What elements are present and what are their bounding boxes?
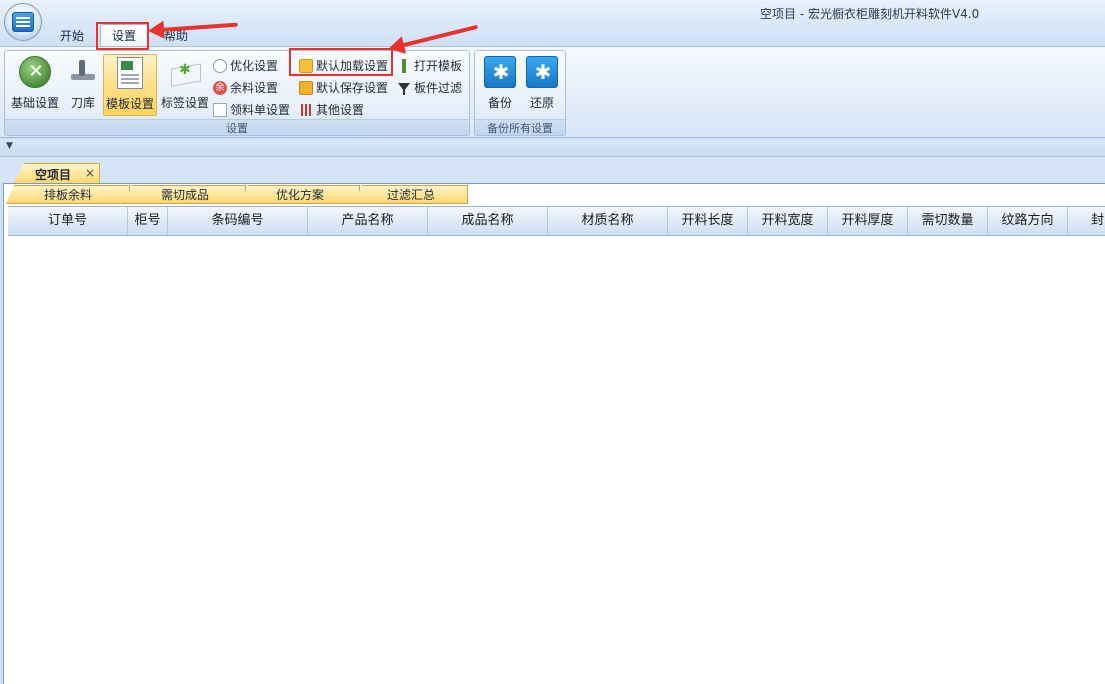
panel-filter-button[interactable]: 板件过滤 xyxy=(397,78,462,98)
content-area: 排板余料 需切成品 优化方案 过滤汇总 订单号 柜号 条码编号 产品名称 成品名… xyxy=(3,183,1105,684)
application-menu-button[interactable] xyxy=(4,3,42,41)
tab-layout-remnant[interactable]: 排板余料 xyxy=(6,185,130,204)
document-tab-strip: 空项目 × xyxy=(0,157,1105,183)
knife-library-label: 刀库 xyxy=(70,96,95,110)
knife-icon xyxy=(67,56,99,88)
funnel-icon xyxy=(397,81,411,95)
column-header[interactable]: 成品名称 xyxy=(428,207,548,235)
wrench-screwdriver-icon xyxy=(19,56,52,88)
tab-parts-to-cut[interactable]: 需切成品 xyxy=(124,185,246,204)
document-tab-label: 空项目 xyxy=(35,168,72,182)
panel-filter-label: 板件过滤 xyxy=(414,81,463,95)
label-settings-button[interactable]: 标签设置 xyxy=(159,54,211,116)
basic-settings-button[interactable]: 基础设置 xyxy=(7,54,63,116)
column-header[interactable]: 条码编号 xyxy=(168,207,308,235)
settings-group: 基础设置 刀库 模板设置 标签设置 优化设置 余 余料设置 领料单设置 默认 xyxy=(4,50,470,136)
remnant-settings-button[interactable]: 余 余料设置 xyxy=(213,78,278,98)
clock-icon xyxy=(213,59,227,73)
column-header[interactable]: 开料长度 xyxy=(668,207,748,235)
gear-backup-icon xyxy=(484,56,517,88)
document-tab[interactable]: 空项目 × xyxy=(14,163,100,183)
app-logo-icon xyxy=(12,12,34,32)
other-settings-button[interactable]: 其他设置 xyxy=(299,100,364,120)
default-save-settings-button[interactable]: 默认保存设置 xyxy=(299,78,388,98)
picking-list-settings-button[interactable]: 领料单设置 xyxy=(213,100,290,120)
picking-list-settings-label: 领料单设置 xyxy=(230,103,291,117)
pin-icon xyxy=(397,59,411,73)
column-header[interactable]: 柜号 xyxy=(128,207,168,235)
window-title: 空项目 - 宏光橱衣柜雕刻机开料软件V4.0 xyxy=(760,7,980,21)
other-settings-label: 其他设置 xyxy=(316,103,365,117)
column-header[interactable]: 封 xyxy=(1068,207,1105,235)
restore-button[interactable]: 还原 xyxy=(521,54,563,116)
collapse-arrow-icon[interactable]: ▼ xyxy=(6,141,13,151)
column-header[interactable]: 开料厚度 xyxy=(828,207,908,235)
open-template-label: 打开模板 xyxy=(414,59,463,73)
label-icon xyxy=(169,56,201,88)
gear-restore-icon xyxy=(526,56,559,88)
quick-access-bar: ▼ xyxy=(0,139,1105,157)
column-header[interactable]: 材质名称 xyxy=(548,207,668,235)
column-header[interactable]: 订单号 xyxy=(8,207,128,235)
folder-save-icon xyxy=(299,81,313,95)
knife-library-button[interactable]: 刀库 xyxy=(65,54,101,116)
tab-filter-summary[interactable]: 过滤汇总 xyxy=(354,185,468,204)
grid-header: 订单号 柜号 条码编号 产品名称 成品名称 材质名称 开料长度 开料宽度 开料厚… xyxy=(8,206,1105,236)
basic-settings-label: 基础设置 xyxy=(10,96,59,110)
annotation-box-default-load xyxy=(289,48,393,76)
template-settings-label: 模板设置 xyxy=(105,97,154,111)
settings-group-caption: 设置 xyxy=(5,119,469,135)
open-template-button[interactable]: 打开模板 xyxy=(397,56,462,76)
tab-start[interactable]: 开始 xyxy=(52,26,92,46)
remnant-settings-label: 余料设置 xyxy=(230,81,279,95)
backup-group-caption: 备份所有设置 xyxy=(475,119,565,135)
close-icon[interactable]: × xyxy=(85,166,95,180)
template-settings-button[interactable]: 模板设置 xyxy=(103,54,157,116)
restore-label: 还原 xyxy=(529,96,554,110)
default-save-settings-label: 默认保存设置 xyxy=(316,81,389,95)
annotation-box-settings-tab xyxy=(96,22,149,50)
column-header[interactable]: 需切数量 xyxy=(908,207,988,235)
title-bar: 空项目 - 宏光橱衣柜雕刻机开料软件V4.0 开始 设置 帮助 xyxy=(0,0,1105,48)
optimize-settings-label: 优化设置 xyxy=(230,59,279,73)
remnant-icon: 余 xyxy=(213,81,227,95)
backup-group: 备份 还原 备份所有设置 xyxy=(474,50,566,136)
label-settings-label: 标签设置 xyxy=(160,96,209,110)
column-header[interactable]: 纹路方向 xyxy=(988,207,1068,235)
optimize-settings-button[interactable]: 优化设置 xyxy=(213,56,278,76)
template-icon xyxy=(117,57,143,89)
column-header[interactable]: 产品名称 xyxy=(308,207,428,235)
ribbon-panel: 基础设置 刀库 模板设置 标签设置 优化设置 余 余料设置 领料单设置 默认 xyxy=(0,46,1105,138)
column-header[interactable]: 开料宽度 xyxy=(748,207,828,235)
document-icon xyxy=(213,103,227,117)
tab-optimization-plan[interactable]: 优化方案 xyxy=(240,185,360,204)
sliders-icon xyxy=(299,103,313,117)
backup-label: 备份 xyxy=(487,96,512,110)
backup-button[interactable]: 备份 xyxy=(479,54,521,116)
